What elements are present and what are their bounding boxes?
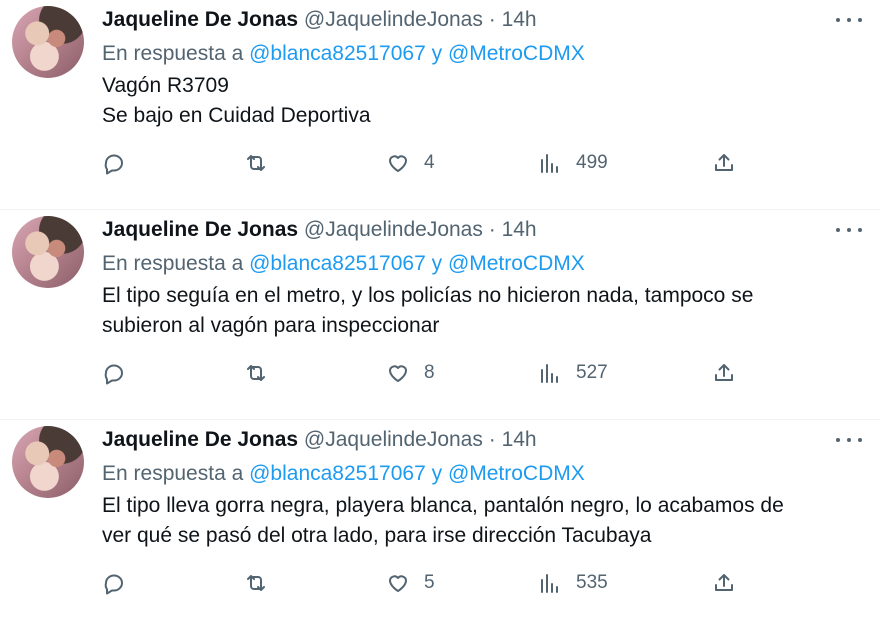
reply-and: y [431,252,443,275]
reply-button[interactable] [102,148,126,178]
reply-context: En respuesta a @blanca82517067 y @MetroC… [102,461,585,487]
reply-icon [104,154,123,175]
mention-link[interactable]: @MetroCDMX [448,42,585,65]
like-count: 4 [424,152,435,173]
retweet-icon [247,155,265,171]
more-icon[interactable] [836,430,862,450]
reply-context: En respuesta a @blanca82517067 y @MetroC… [102,41,585,67]
views-icon [541,574,558,593]
author-name[interactable]: Jaqueline De Jonas [102,218,298,241]
mention-link[interactable]: @blanca82517067 [249,462,426,485]
tweet-text-line: El tipo seguía en el metro, y los policí… [102,284,754,307]
tweet-header: Jaqueline De Jonas @JaquelindeJonas · 14… [102,7,537,33]
share-button[interactable] [712,358,736,388]
timestamp[interactable]: 14h [502,218,537,241]
author-name[interactable]: Jaqueline De Jonas [102,428,298,451]
heart-icon [389,365,407,382]
views-button[interactable]: 499 [538,148,608,178]
mention-link[interactable]: @MetroCDMX [448,462,585,485]
reply-context: En respuesta a @blanca82517067 y @MetroC… [102,251,585,277]
separator: · [488,8,496,31]
avatar[interactable] [12,6,84,78]
like-count: 5 [424,572,435,593]
tweet-text-line: Vagón R3709 [102,74,229,97]
views-icon [541,154,558,173]
share-button[interactable] [712,148,736,178]
heart-icon [389,155,407,172]
reply-icon [104,364,123,385]
tweet-text-line: ver qué se pasó del otra lado, para irse… [102,524,652,547]
heart-icon [389,575,407,592]
tweet-text: Vagón R3709 Se bajo en Cuidad Deportiva [102,71,862,131]
view-count: 527 [576,362,608,383]
retweet-button[interactable] [244,148,268,178]
author-name[interactable]: Jaqueline De Jonas [102,8,298,31]
reply-button[interactable] [102,568,126,598]
reply-prefix: En respuesta a [102,252,244,275]
tweet-text-line: El tipo lleva gorra negra, playera blanc… [102,494,784,517]
reply-prefix: En respuesta a [102,462,244,485]
retweet-icon [247,575,265,591]
more-icon[interactable] [836,220,862,240]
mention-link[interactable]: @blanca82517067 [249,252,426,275]
tweet[interactable]: Jaqueline De Jonas @JaquelindeJonas · 14… [0,420,880,630]
reply-prefix: En respuesta a [102,42,244,65]
tweet-text: El tipo lleva gorra negra, playera blanc… [102,491,862,551]
tweet-header: Jaqueline De Jonas @JaquelindeJonas · 14… [102,217,537,243]
view-count: 535 [576,572,608,593]
share-icon [715,574,733,591]
separator: · [488,428,496,451]
views-icon [541,364,558,383]
reply-and: y [431,462,443,485]
tweet-text: El tipo seguía en el metro, y los policí… [102,281,862,341]
like-count: 8 [424,362,435,383]
retweet-button[interactable] [244,358,268,388]
tweet[interactable]: Jaqueline De Jonas @JaquelindeJonas · 14… [0,0,880,210]
views-button[interactable]: 527 [538,358,608,388]
timestamp[interactable]: 14h [502,428,537,451]
tweet-text-line: Se bajo en Cuidad Deportiva [102,104,371,127]
retweet-icon [247,365,265,381]
author-handle[interactable]: @JaquelindeJonas [304,428,483,451]
like-button[interactable]: 8 [386,358,435,388]
avatar[interactable] [12,216,84,288]
views-button[interactable]: 535 [538,568,608,598]
reply-icon [104,574,123,595]
tweet-text-line: subieron al vagón para inspeccionar [102,314,440,337]
action-bar: 8 527 [102,358,752,388]
like-button[interactable]: 5 [386,568,435,598]
share-icon [715,154,733,171]
author-handle[interactable]: @JaquelindeJonas [304,8,483,31]
avatar[interactable] [12,426,84,498]
mention-link[interactable]: @MetroCDMX [448,252,585,275]
author-handle[interactable]: @JaquelindeJonas [304,218,483,241]
more-icon[interactable] [836,10,862,30]
share-icon [715,364,733,381]
timestamp[interactable]: 14h [502,8,537,31]
tweet-thread: Jaqueline De Jonas @JaquelindeJonas · 14… [0,0,880,630]
reply-and: y [431,42,443,65]
tweet-header: Jaqueline De Jonas @JaquelindeJonas · 14… [102,427,537,453]
share-button[interactable] [712,568,736,598]
tweet[interactable]: Jaqueline De Jonas @JaquelindeJonas · 14… [0,210,880,420]
action-bar: 5 535 [102,568,752,598]
view-count: 499 [576,152,608,173]
reply-button[interactable] [102,358,126,388]
separator: · [488,218,496,241]
mention-link[interactable]: @blanca82517067 [249,42,426,65]
like-button[interactable]: 4 [386,148,435,178]
retweet-button[interactable] [244,568,268,598]
action-bar: 4 499 [102,148,752,178]
